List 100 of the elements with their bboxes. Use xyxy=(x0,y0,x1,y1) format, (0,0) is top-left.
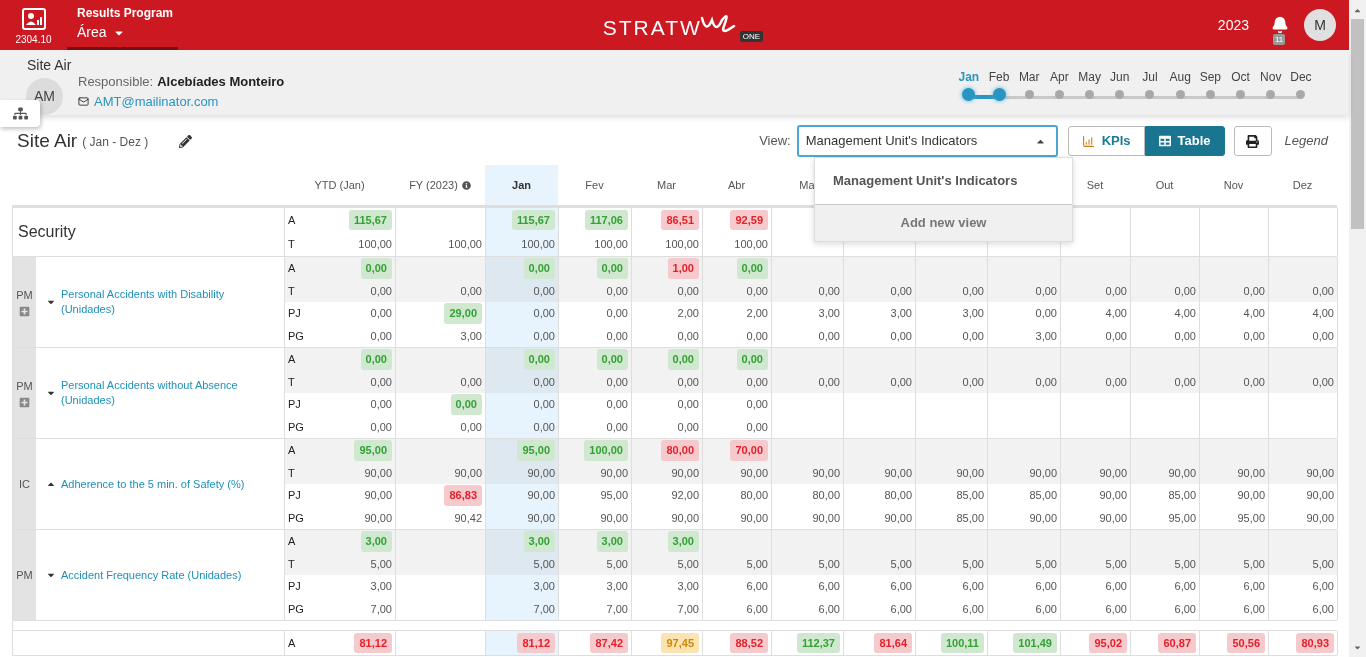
value-text: 90,00 xyxy=(671,510,699,526)
column-header[interactable]: Fev xyxy=(558,165,631,205)
month-label[interactable]: May xyxy=(1078,68,1101,86)
value-text: 6,00 xyxy=(1174,579,1196,594)
column-header[interactable]: FY (2023) xyxy=(395,165,485,205)
value-text: 0,00 xyxy=(746,328,768,344)
value-text: 6,00 xyxy=(1035,579,1057,594)
value-badge: 112,37 xyxy=(796,632,840,654)
row-label: A xyxy=(285,530,319,553)
value-text: 7,00 xyxy=(677,601,699,617)
value-text: 4,00 xyxy=(1105,306,1127,321)
indicator-link[interactable]: Personal Accidents without Absence (Unidades) xyxy=(61,378,276,408)
value-badge: 3,00 xyxy=(523,531,555,552)
value-badge: 0,00 xyxy=(360,349,392,370)
user-avatar[interactable]: M xyxy=(1304,9,1336,41)
year-selector[interactable]: 2023 xyxy=(1217,14,1249,36)
value-text: 0,00 xyxy=(606,397,628,412)
scrollbar[interactable] xyxy=(1349,0,1366,657)
value-text: 90,00 xyxy=(812,465,840,481)
value-text: 6,00 xyxy=(1105,579,1127,594)
value-text: 0,00 xyxy=(1035,306,1057,321)
view-select[interactable]: Management Unit's Indicators xyxy=(796,125,1058,157)
range-handle[interactable] xyxy=(962,88,976,101)
value-badge: 0,00 xyxy=(736,258,768,279)
mode-tab[interactable]: KPIs xyxy=(1067,126,1145,156)
month-label[interactable]: Jul xyxy=(1142,68,1158,86)
month-label[interactable]: Oct xyxy=(1231,68,1250,86)
month-label[interactable]: Nov xyxy=(1260,68,1282,86)
value-text: 3,00 xyxy=(533,579,555,594)
column-header[interactable]: Jan xyxy=(485,165,558,205)
value-text: 7,00 xyxy=(533,601,555,617)
month-label[interactable]: Sep xyxy=(1199,68,1221,86)
value-text: 0,00 xyxy=(1312,328,1334,344)
add-view-option[interactable]: Add new view xyxy=(815,205,1072,241)
value-text: 90,00 xyxy=(884,465,912,481)
value-text: 5,00 xyxy=(1105,556,1127,572)
value-text: 5,00 xyxy=(1312,556,1334,572)
indicator-link[interactable]: Personal Accidents with Disability (Unidades) xyxy=(61,287,276,317)
column-header[interactable]: Abr xyxy=(702,165,771,205)
expand-plus-icon[interactable] xyxy=(19,305,30,317)
value-text: 6,00 xyxy=(1035,601,1057,617)
org-chart-button[interactable] xyxy=(0,100,40,127)
value-text: 0,00 xyxy=(1312,374,1334,390)
scroll-down-icon[interactable] xyxy=(1353,643,1362,652)
month-label[interactable]: Dec xyxy=(1290,68,1312,86)
value-text: 90,00 xyxy=(1237,488,1265,503)
value-text: 0,00 xyxy=(1243,374,1265,390)
month-label[interactable]: Jun xyxy=(1110,68,1130,86)
row-label: T xyxy=(285,552,319,575)
program-title: Results Program xyxy=(77,5,175,22)
value-text: 3,00 xyxy=(1035,328,1057,344)
value-text: 0,00 xyxy=(962,328,984,344)
value-text: 90,00 xyxy=(527,488,555,503)
month-label[interactable]: Feb xyxy=(988,68,1010,86)
value-text: 0,00 xyxy=(606,306,628,321)
value-text: 5,00 xyxy=(962,556,984,572)
value-text: 5,00 xyxy=(1243,556,1265,572)
value-text: 0,00 xyxy=(962,283,984,299)
value-text: 0,00 xyxy=(1035,374,1057,390)
bell-icon[interactable] xyxy=(1271,16,1289,34)
app-icon[interactable] xyxy=(21,7,46,30)
range-handle[interactable] xyxy=(992,88,1006,101)
month-label[interactable]: Mar xyxy=(1018,68,1040,86)
value-text: 0,00 xyxy=(677,328,699,344)
info-icon[interactable] xyxy=(461,180,471,190)
indicator-link[interactable]: Accident Frequency Rate (Unidades) xyxy=(61,567,242,583)
value-text: 90,00 xyxy=(364,488,392,503)
scrollbar-thumb[interactable] xyxy=(1351,19,1364,229)
value-text: 90,00 xyxy=(671,465,699,481)
value-text: 90,00 xyxy=(1029,510,1057,526)
month-label[interactable]: Apr xyxy=(1050,68,1069,86)
column-header[interactable]: Out xyxy=(1130,165,1199,205)
month-label[interactable]: Aug xyxy=(1169,68,1191,86)
value-badge: 86,51 xyxy=(661,209,699,231)
value-text: 80,00 xyxy=(812,488,840,503)
value-text: 0,00 xyxy=(533,306,555,321)
value-text: 5,00 xyxy=(1174,556,1196,572)
value-badge: 100,00 xyxy=(584,440,628,461)
value-badge: 3,00 xyxy=(667,531,699,552)
value-text: 6,00 xyxy=(1105,601,1127,617)
app-code: 2304.10 xyxy=(15,32,52,47)
page-title: Site Air xyxy=(17,128,78,153)
value-text: 85,00 xyxy=(956,510,984,526)
column-header[interactable]: YTD (Jan) xyxy=(284,165,395,205)
column-header[interactable]: Mar xyxy=(631,165,702,205)
pencil-icon[interactable] xyxy=(179,134,193,148)
mode-tab[interactable]: Table xyxy=(1144,126,1225,156)
print-button[interactable] xyxy=(1233,126,1272,156)
column-header[interactable]: Dez xyxy=(1268,165,1337,205)
legend-link[interactable]: Legend xyxy=(1284,131,1328,151)
value-text: 0,00 xyxy=(677,419,699,435)
column-header[interactable]: Nov xyxy=(1199,165,1268,205)
value-text: 90,00 xyxy=(1029,465,1057,481)
value-badge: 29,00 xyxy=(444,303,482,324)
expand-plus-icon[interactable] xyxy=(19,396,30,408)
scroll-up-icon[interactable] xyxy=(1353,6,1362,15)
indicator-link[interactable]: Adherence to the 5 min. of Safety (%) xyxy=(61,476,245,492)
value-text: 0,00 xyxy=(746,397,768,412)
value-text: 6,00 xyxy=(890,601,912,617)
value-text: 0,00 xyxy=(818,328,840,344)
